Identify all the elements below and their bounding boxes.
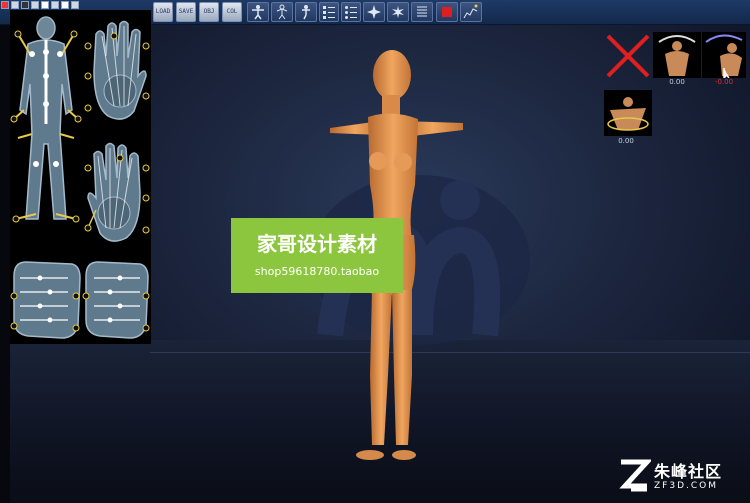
window-icon[interactable] bbox=[71, 1, 79, 9]
side-gizmo-thumbnail[interactable] bbox=[604, 90, 652, 136]
body-pose-button[interactable] bbox=[247, 2, 269, 22]
right-foot-mapping[interactable] bbox=[82, 256, 151, 342]
list-button[interactable] bbox=[319, 2, 339, 22]
bend-value: -0.00 bbox=[714, 78, 734, 86]
window-icon[interactable] bbox=[11, 1, 19, 9]
menu-lines-icon bbox=[417, 6, 427, 17]
window-icon[interactable] bbox=[31, 1, 39, 9]
left-foot-mapping[interactable] bbox=[10, 256, 82, 342]
graph-icon bbox=[463, 4, 478, 19]
side-value: 0.00 bbox=[618, 137, 634, 145]
skeleton-button[interactable] bbox=[271, 2, 293, 22]
twist-gizmo-thumbnail[interactable] bbox=[653, 32, 701, 78]
mapping-panel bbox=[10, 10, 151, 344]
watermark-title: 家哥设计素材 bbox=[257, 232, 377, 256]
burst-icon bbox=[392, 6, 404, 18]
hand-pose-button[interactable] bbox=[387, 2, 409, 22]
list-icon bbox=[323, 6, 335, 19]
torso-rotate-icon bbox=[658, 35, 696, 76]
twist-value: 0.00 bbox=[669, 78, 685, 86]
brand-logo-icon bbox=[619, 459, 651, 492]
torso-tilt-icon bbox=[607, 97, 649, 131]
graph-button[interactable] bbox=[460, 2, 482, 22]
burst-icon bbox=[367, 5, 381, 19]
record-square-icon bbox=[442, 7, 452, 17]
obj-button[interactable]: OBJ bbox=[199, 2, 219, 22]
brand-name: 朱峰社区 bbox=[654, 462, 723, 481]
half-body-button[interactable] bbox=[295, 2, 317, 22]
list-icon bbox=[345, 6, 357, 19]
person-icon bbox=[252, 5, 264, 20]
col-button[interactable]: COL bbox=[222, 2, 242, 22]
close-icon[interactable] bbox=[1, 1, 9, 9]
watermark-banner: 家哥设计素材 shop59618780.taobao bbox=[231, 218, 403, 293]
torso-bend-icon bbox=[705, 34, 743, 81]
app-window: LOAD SAVE OBJ COL 0.00 -0.00 0.00 家哥设计素材… bbox=[0, 0, 750, 503]
grid-icon[interactable] bbox=[21, 1, 29, 9]
red-x-icon[interactable] bbox=[604, 32, 652, 80]
watermark-subtitle: shop59618780.taobao bbox=[254, 265, 380, 278]
left-frame bbox=[0, 0, 10, 503]
skeleton-icon bbox=[276, 4, 288, 20]
options-button[interactable] bbox=[411, 2, 433, 22]
half-person-icon bbox=[302, 5, 310, 20]
left-hand-mapping[interactable] bbox=[84, 138, 150, 248]
body-mapping-figure[interactable] bbox=[10, 14, 86, 229]
save-button[interactable]: SAVE bbox=[176, 2, 196, 22]
brand-domain: ZF3D.COM bbox=[654, 481, 718, 491]
checker-icon[interactable] bbox=[41, 1, 49, 9]
window-icon[interactable] bbox=[51, 1, 59, 9]
record-button[interactable] bbox=[436, 2, 458, 22]
checker-icon[interactable] bbox=[61, 1, 69, 9]
bend-gizmo-thumbnail[interactable] bbox=[702, 32, 746, 81]
hand-pose-button[interactable] bbox=[363, 2, 385, 22]
load-button[interactable]: LOAD bbox=[153, 2, 173, 22]
list-button[interactable] bbox=[341, 2, 361, 22]
right-hand-mapping[interactable] bbox=[84, 16, 150, 126]
